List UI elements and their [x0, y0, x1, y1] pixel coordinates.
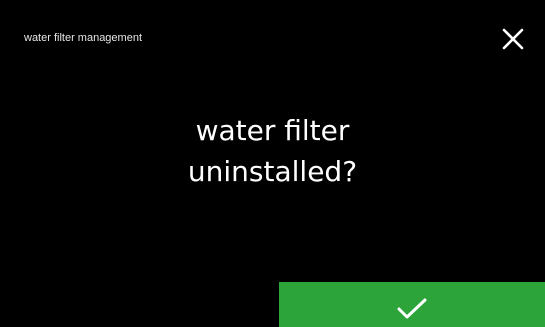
- page-title: water filter management: [24, 32, 142, 44]
- confirm-button[interactable]: [279, 282, 545, 327]
- message-line-1: water filter: [195, 114, 350, 147]
- checkmark-icon: [397, 298, 427, 318]
- close-icon: [502, 28, 524, 50]
- confirmation-message: water filter uninstalled?: [0, 110, 545, 192]
- close-button[interactable]: [496, 22, 530, 56]
- message-line-2: uninstalled?: [187, 155, 358, 188]
- dialog-screen: water filter management water filter uni…: [0, 0, 545, 327]
